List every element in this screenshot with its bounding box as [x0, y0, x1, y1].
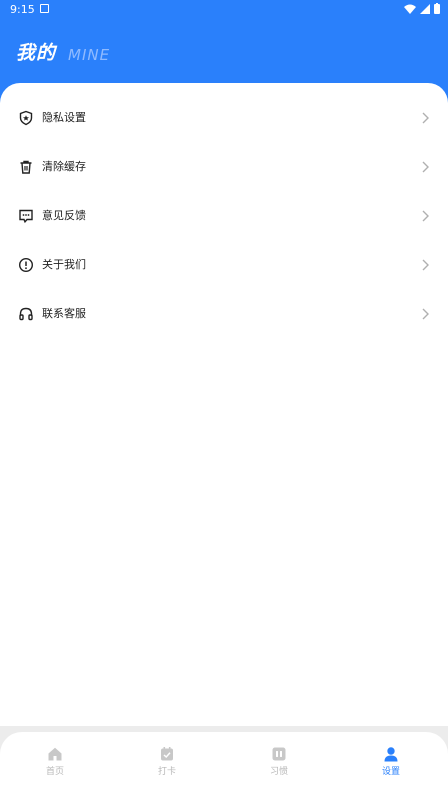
menu-item-about[interactable]: 关于我们 [0, 245, 448, 285]
menu-label-contact-service: 联系客服 [42, 307, 86, 320]
headset-icon [19, 307, 33, 321]
battery-icon [434, 3, 440, 14]
tab-label-home: 首页 [45, 767, 64, 777]
trash-icon [20, 160, 32, 174]
wifi-icon [404, 4, 416, 14]
tab-home[interactable]: 首页 [25, 746, 85, 786]
menu-item-privacy[interactable]: 隐私设置 [0, 98, 448, 138]
user-icon [384, 747, 398, 762]
menu-label-about: 关于我们 [42, 258, 86, 271]
page-title: 我的 [16, 42, 57, 64]
menu-label-feedback: 意见反馈 [42, 209, 86, 222]
info-icon [18, 257, 34, 273]
chevron-right-icon [422, 210, 429, 222]
signal-icon [420, 3, 430, 14]
menu-item-feedback[interactable]: 意见反馈 [0, 196, 448, 236]
title-row: 我的 MINE [16, 38, 110, 65]
home-icon [48, 747, 62, 761]
tab-label-settings: 设置 [381, 767, 400, 777]
menu-label-privacy: 隐私设置 [42, 111, 86, 124]
checkin-icon [161, 747, 173, 761]
status-time: 9:15 [10, 3, 35, 16]
bottom-tab-bar: 首页 打卡 习惯 设置 [0, 732, 448, 798]
chevron-right-icon [422, 161, 429, 173]
chevron-right-icon [422, 308, 429, 320]
menu-item-contact-service[interactable]: 联系客服 [0, 294, 448, 334]
tab-label-habit: 习惯 [269, 767, 288, 777]
menu-item-clear-cache[interactable]: 清除缓存 [0, 147, 448, 187]
feedback-icon [19, 209, 33, 224]
tab-settings[interactable]: 设置 [361, 746, 421, 786]
menu-label-clear-cache: 清除缓存 [42, 160, 86, 173]
tab-habit[interactable]: 习惯 [249, 746, 309, 786]
settings-list: 隐私设置 清除缓存 意见反馈 关于我们 联系客服 [0, 83, 448, 733]
tab-label-checkin: 打卡 [157, 767, 176, 777]
chevron-right-icon [422, 259, 429, 271]
status-icons [404, 3, 440, 14]
shield-icon [19, 110, 33, 126]
tab-checkin[interactable]: 打卡 [137, 746, 197, 786]
chevron-right-icon [422, 112, 429, 124]
notification-icon [40, 4, 49, 13]
habit-icon [272, 747, 286, 761]
status-bar: 9:15 [0, 0, 448, 20]
page-subtitle: MINE [68, 46, 111, 64]
